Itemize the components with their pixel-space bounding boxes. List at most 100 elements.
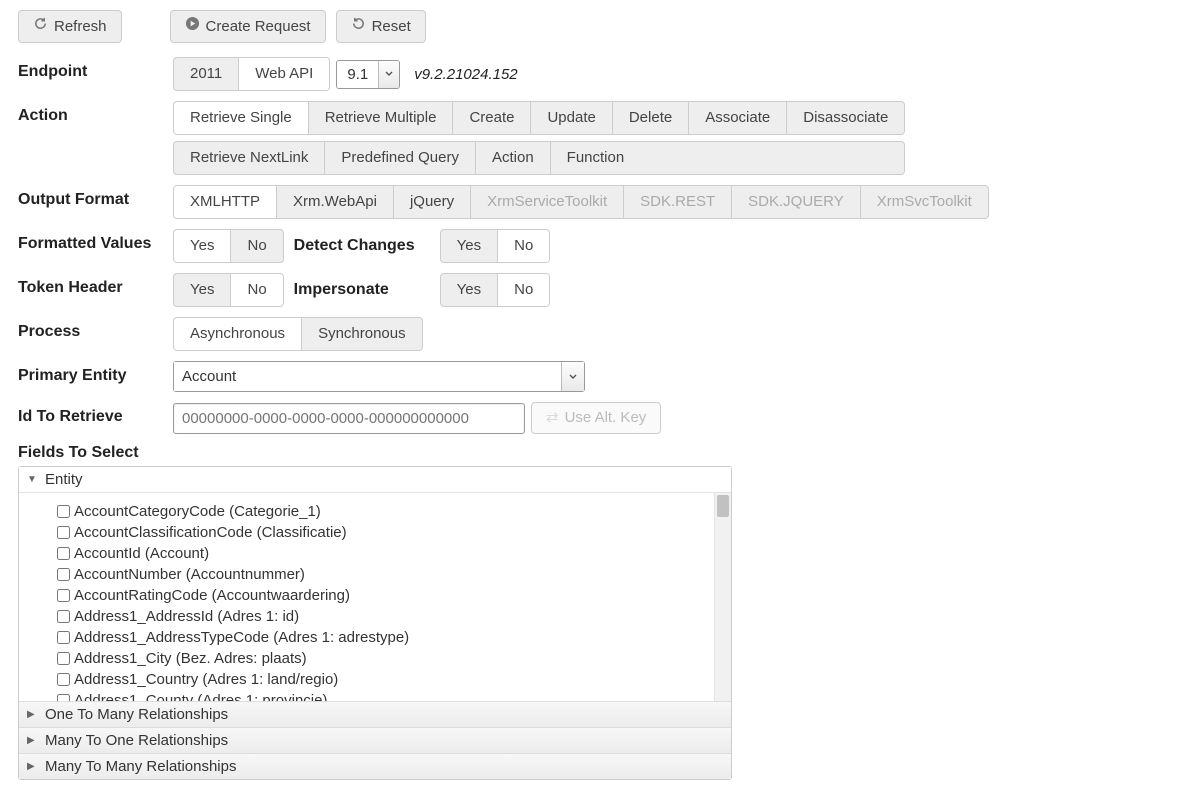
dc-no[interactable]: No — [498, 230, 549, 262]
use-alt-key-button: ⇄ Use Alt. Key — [531, 402, 661, 434]
detect-changes-label: Detect Changes — [290, 237, 434, 255]
proc-async[interactable]: Asynchronous — [174, 318, 302, 350]
fv-no[interactable]: No — [231, 230, 282, 262]
triangle-right-icon: ▶ — [27, 735, 37, 746]
triangle-right-icon: ▶ — [27, 761, 37, 772]
action-predefined-query[interactable]: Predefined Query — [325, 142, 476, 174]
fields-to-select-label: Fields To Select — [18, 444, 1161, 462]
create-request-button[interactable]: Create Request — [170, 10, 326, 43]
action-row2: Retrieve NextLink Predefined Query Actio… — [173, 141, 905, 175]
action-function[interactable]: Function — [551, 142, 641, 174]
dc-yes[interactable]: Yes — [441, 230, 498, 262]
action-row1: Retrieve Single Retrieve Multiple Create… — [173, 101, 905, 135]
impersonate-segment: Yes No — [440, 273, 551, 307]
detect-changes-segment: Yes No — [440, 229, 551, 263]
field-checkbox[interactable] — [57, 505, 70, 518]
field-item[interactable]: Address1_AddressTypeCode (Adres 1: adres… — [57, 627, 723, 648]
version-value: 9.1 — [337, 61, 378, 88]
field-checkbox[interactable] — [57, 694, 70, 701]
primary-entity-label: Primary Entity — [18, 361, 173, 385]
formatted-values-segment: Yes No — [173, 229, 284, 263]
scrollbar-thumb[interactable] — [717, 495, 729, 517]
accordion-many-to-one[interactable]: ▶ Many To One Relationships — [19, 727, 731, 753]
accordion-mtm-label: Many To Many Relationships — [45, 758, 236, 775]
impersonate-label: Impersonate — [290, 281, 434, 299]
action-label: Action — [18, 101, 173, 125]
of-xrmservicetoolkit: XrmServiceToolkit — [471, 186, 624, 218]
field-item[interactable]: AccountRatingCode (Accountwaardering) — [57, 585, 723, 606]
of-xrmsvctoolkit: XrmSvcToolkit — [861, 186, 988, 218]
field-checkbox[interactable] — [57, 631, 70, 644]
field-checkbox[interactable] — [57, 526, 70, 539]
of-sdkjquery: SDK.JQUERY — [732, 186, 861, 218]
of-xmlhttp[interactable]: XMLHTTP — [174, 186, 277, 218]
triangle-right-icon: ▶ — [27, 709, 37, 720]
of-xrmwebapi[interactable]: Xrm.WebApi — [277, 186, 394, 218]
fv-yes[interactable]: Yes — [174, 230, 231, 262]
triangle-down-icon: ▼ — [27, 474, 37, 485]
field-item[interactable]: Address1_Country (Adres 1: land/regio) — [57, 669, 723, 690]
field-item[interactable]: AccountNumber (Accountnummer) — [57, 564, 723, 585]
action-disassociate[interactable]: Disassociate — [787, 102, 904, 134]
accordion-entity[interactable]: ▼ Entity — [19, 467, 731, 492]
endpoint-label: Endpoint — [18, 57, 173, 81]
field-checkbox[interactable] — [57, 610, 70, 623]
reset-button[interactable]: Reset — [336, 10, 426, 43]
proc-sync[interactable]: Synchronous — [302, 318, 422, 350]
field-item[interactable]: AccountId (Account) — [57, 543, 723, 564]
chevron-down-icon — [378, 61, 399, 88]
field-checkbox[interactable] — [57, 568, 70, 581]
action-delete[interactable]: Delete — [613, 102, 689, 134]
output-format-label: Output Format — [18, 185, 173, 209]
output-format-segment: XMLHTTP Xrm.WebApi jQuery XrmServiceTool… — [173, 185, 989, 219]
th-no[interactable]: No — [231, 274, 282, 306]
field-checkbox[interactable] — [57, 673, 70, 686]
primary-entity-select[interactable]: Account — [173, 361, 585, 392]
endpoint-webapi[interactable]: Web API — [239, 58, 329, 90]
token-header-segment: Yes No — [173, 273, 284, 307]
create-request-label: Create Request — [206, 17, 311, 37]
refresh-label: Refresh — [54, 17, 107, 37]
id-to-retrieve-input[interactable] — [173, 403, 525, 434]
accordion-otm-label: One To Many Relationships — [45, 706, 228, 723]
scrollbar[interactable] — [714, 493, 731, 701]
action-create[interactable]: Create — [453, 102, 531, 134]
primary-entity-value: Account — [174, 362, 561, 391]
version-text: v9.2.21024.152 — [414, 66, 517, 83]
use-alt-key-label: Use Alt. Key — [565, 408, 647, 428]
th-yes[interactable]: Yes — [174, 274, 231, 306]
action-retrieve-multiple[interactable]: Retrieve Multiple — [309, 102, 454, 134]
process-label: Process — [18, 317, 173, 341]
field-item[interactable]: AccountCategoryCode (Categorie_1) — [57, 501, 723, 522]
field-item[interactable]: AccountClassificationCode (Classificatie… — [57, 522, 723, 543]
play-icon — [185, 16, 200, 37]
formatted-values-label: Formatted Values — [18, 229, 173, 253]
imp-no[interactable]: No — [498, 274, 549, 306]
action-associate[interactable]: Associate — [689, 102, 787, 134]
imp-yes[interactable]: Yes — [441, 274, 498, 306]
reset-label: Reset — [372, 17, 411, 37]
accordion-many-to-many[interactable]: ▶ Many To Many Relationships — [19, 753, 731, 779]
id-to-retrieve-label: Id To Retrieve — [18, 402, 173, 426]
entity-field-list: AccountCategoryCode (Categorie_1) Accoun… — [19, 493, 731, 701]
field-item[interactable]: Address1_County (Adres 1: provincie) — [57, 690, 723, 701]
entity-body: AccountCategoryCode (Categorie_1) Accoun… — [19, 492, 731, 701]
chevron-down-icon — [561, 362, 584, 391]
field-item[interactable]: Address1_City (Bez. Adres: plaats) — [57, 648, 723, 669]
accordion-one-to-many[interactable]: ▶ One To Many Relationships — [19, 701, 731, 727]
of-jquery[interactable]: jQuery — [394, 186, 471, 218]
field-checkbox[interactable] — [57, 652, 70, 665]
field-checkbox[interactable] — [57, 589, 70, 602]
field-item[interactable]: Address1_AddressId (Adres 1: id) — [57, 606, 723, 627]
undo-icon — [351, 16, 366, 37]
process-segment: Asynchronous Synchronous — [173, 317, 423, 351]
field-checkbox[interactable] — [57, 547, 70, 560]
accordion-mto-label: Many To One Relationships — [45, 732, 228, 749]
endpoint-2011[interactable]: 2011 — [174, 58, 239, 90]
action-retrieve-nextlink[interactable]: Retrieve NextLink — [174, 142, 325, 174]
version-select[interactable]: 9.1 — [336, 60, 400, 89]
action-action[interactable]: Action — [476, 142, 551, 174]
action-retrieve-single[interactable]: Retrieve Single — [174, 102, 309, 134]
refresh-button[interactable]: Refresh — [18, 10, 122, 43]
action-update[interactable]: Update — [531, 102, 612, 134]
